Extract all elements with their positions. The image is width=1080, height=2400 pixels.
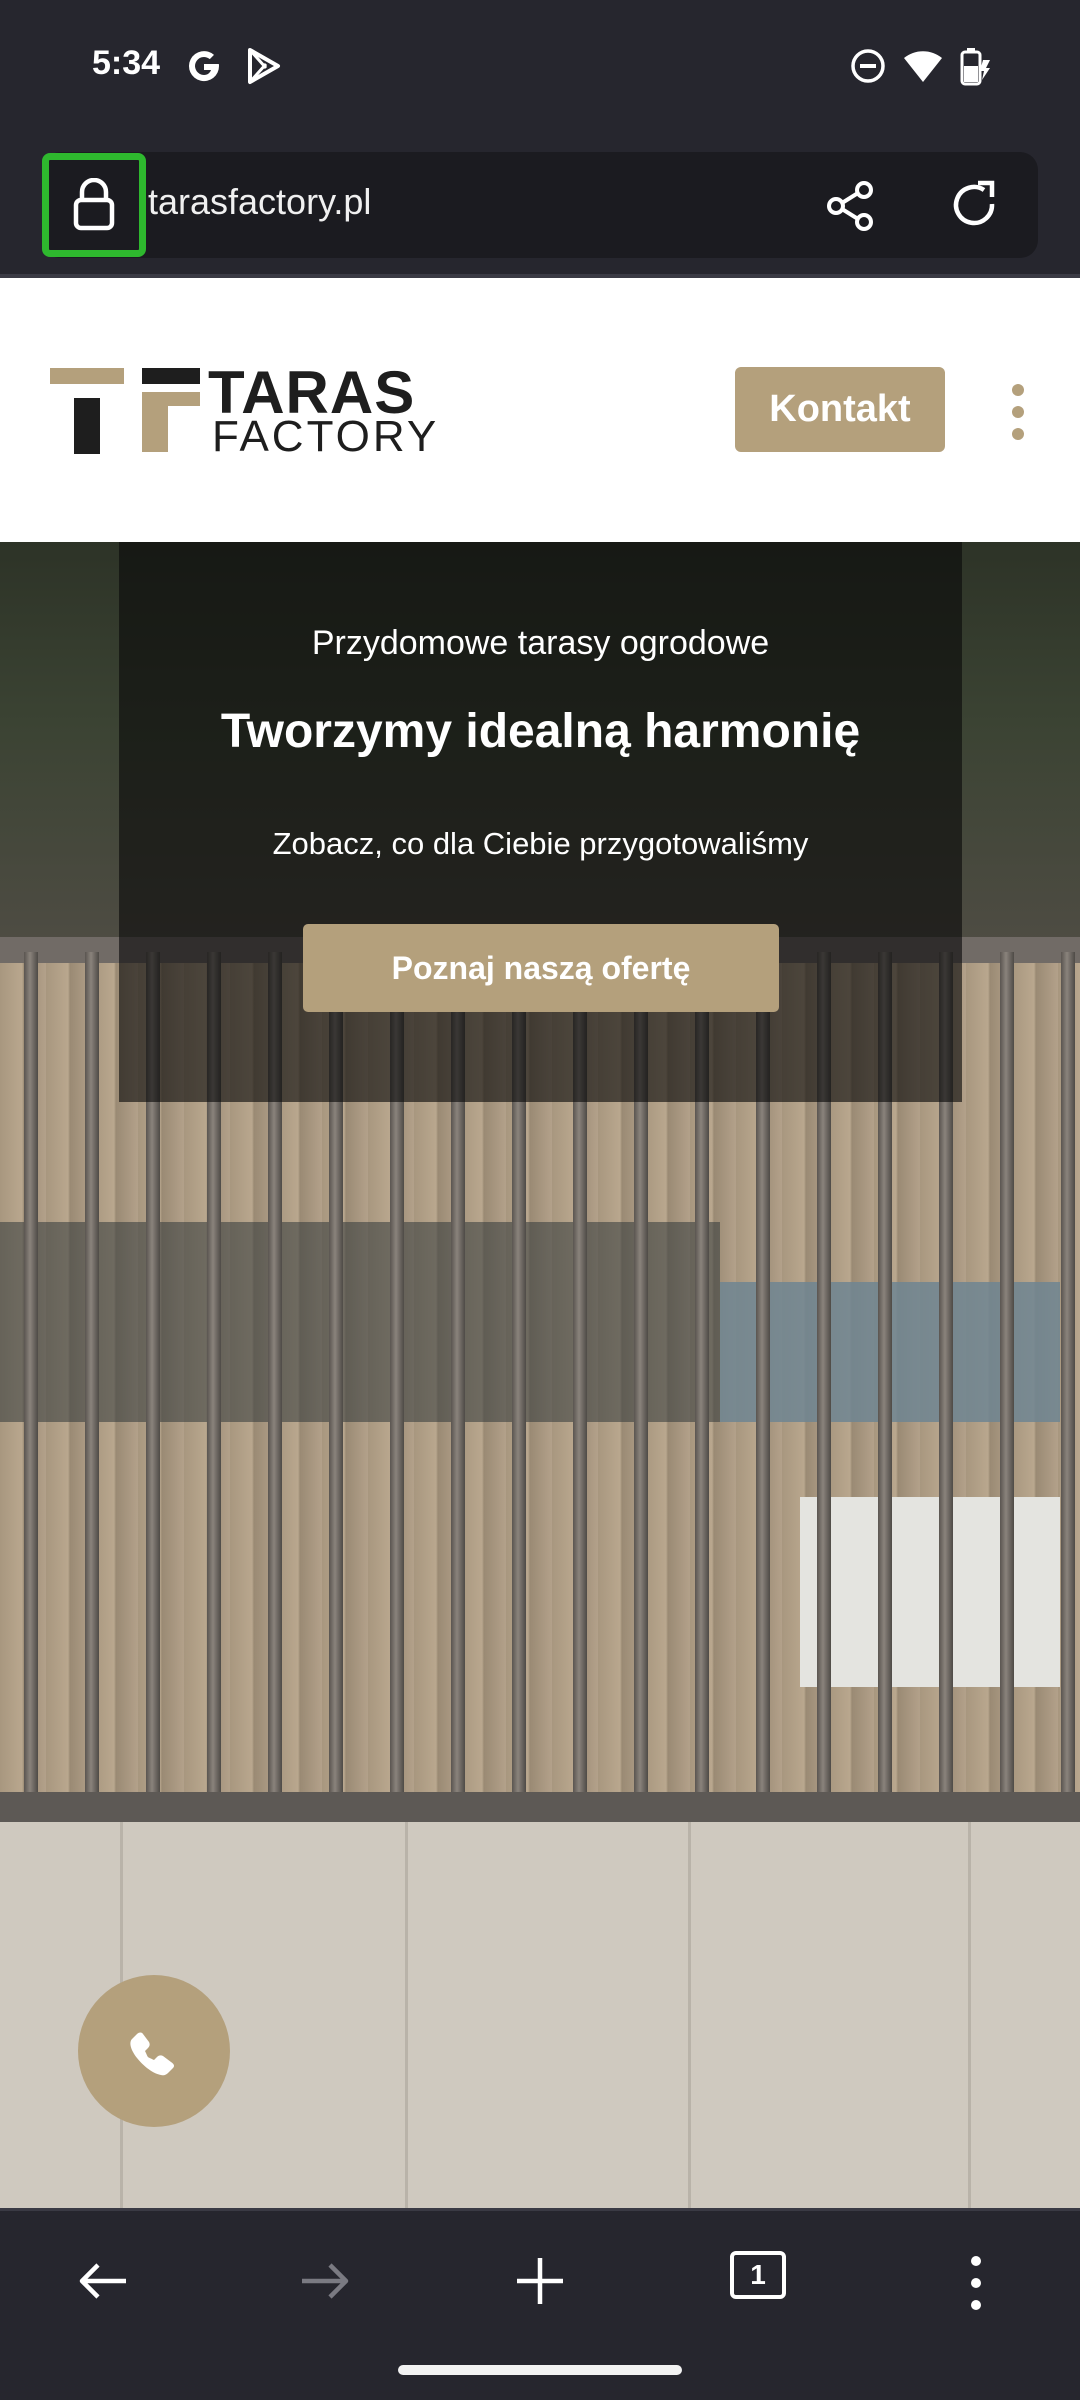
home-indicator[interactable] [398,2365,682,2375]
hero-overlay: Przydomowe tarasy ogrodowe Tworzymy idea… [119,542,962,1102]
phone-icon [130,2032,175,2076]
taras-factory-logo[interactable] [50,368,200,454]
do-not-disturb-icon [851,49,885,83]
hero-title: Tworzymy idealną harmonię [220,705,861,758]
tab-count-icon: 1 [750,2259,766,2290]
call-button[interactable] [78,1975,230,2127]
tab-switcher-button[interactable]: 1 [730,2251,786,2299]
wifi-icon [904,51,942,82]
battery-charging-icon [960,48,990,86]
kontakt-button[interactable]: Kontakt [735,367,945,452]
tile-seam [968,1822,971,2208]
tile-seam [688,1822,691,2208]
forward-arrow-icon[interactable] [296,2253,352,2309]
site-menu-icon[interactable] [1006,384,1030,440]
reload-icon[interactable] [946,178,1002,234]
offer-button[interactable]: Poznaj naszą ofertę [303,924,779,1012]
hero-kicker: Przydomowe tarasy ogrodowe [311,624,770,662]
new-tab-icon[interactable] [512,2253,568,2309]
site-header: TARAS FACTORY Kontakt [0,278,1080,542]
fence-bottom-rail [0,1792,1080,1822]
back-arrow-icon[interactable] [76,2253,132,2309]
share-icon[interactable] [822,178,878,234]
browser-bottom-bar: 1 [0,2208,1080,2400]
status-bar: 5:34 [0,0,1080,140]
tile-seam [405,1822,408,2208]
status-time: 5:34 [92,44,161,82]
play-store-icon [248,48,280,84]
logo-text-factory: FACTORY [212,412,440,461]
google-icon [189,51,220,82]
lock-icon [73,178,115,231]
more-menu-icon[interactable] [964,2253,988,2313]
hero-section: Przydomowe tarasy ogrodowe Tworzymy idea… [0,542,1080,2208]
hero-subtitle: Zobacz, co dla Ciebie przygotowaliśmy [272,826,809,861]
site-info-button[interactable] [42,153,146,257]
url-text[interactable]: tarasfactory.pl [148,181,371,223]
